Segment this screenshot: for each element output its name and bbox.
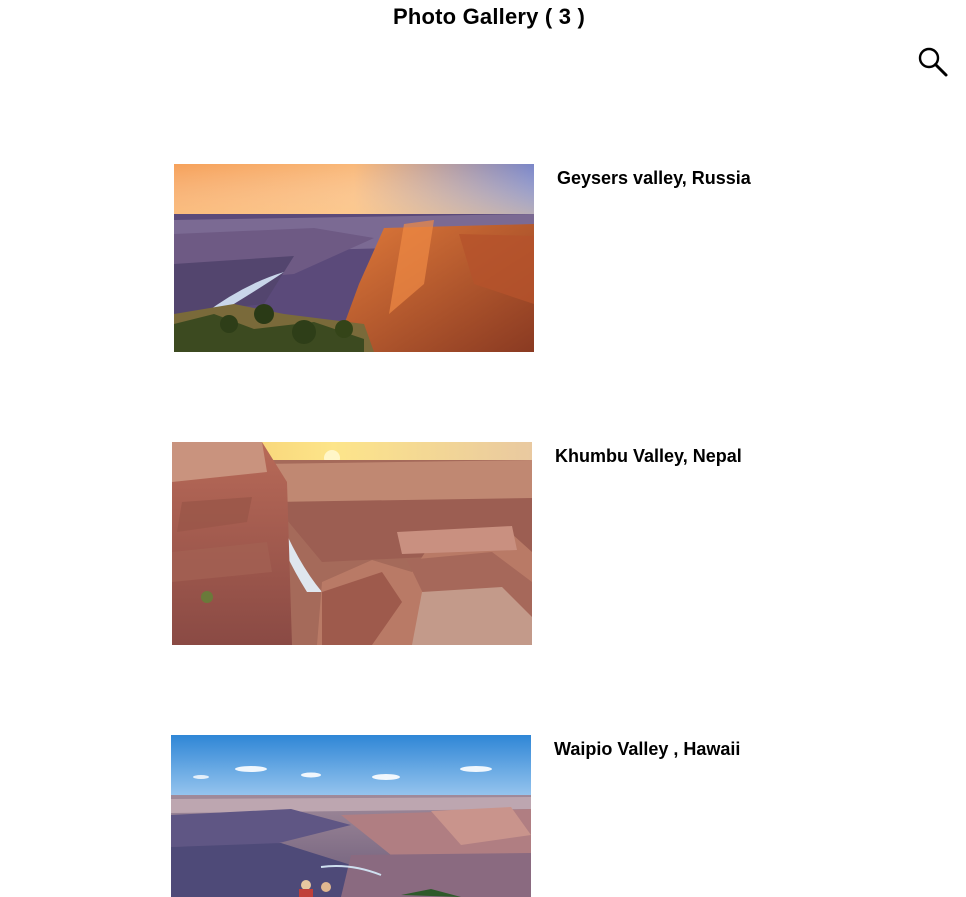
gallery-photo[interactable] [174, 164, 534, 352]
gallery-photo[interactable] [172, 442, 532, 645]
gallery-item[interactable]: Khumbu Valley, Nepal [172, 442, 772, 645]
gallery-photo[interactable] [171, 735, 531, 897]
canyon-blue-sky-photo [171, 735, 531, 897]
search-button[interactable] [917, 46, 949, 78]
photo-caption: Khumbu Valley, Nepal [555, 446, 742, 466]
photo-caption: Waipio Valley , Hawaii [554, 739, 741, 759]
photo-caption: Geysers valley, Russia [557, 168, 751, 188]
page-title: Photo Gallery ( 3 ) [392, 4, 586, 29]
canyon-sunset-photo [174, 164, 534, 352]
red-canyon-cliffs-photo [172, 442, 532, 645]
photo-gallery-page: Photo Gallery ( 3 ) Geysers valley, Russ… [0, 0, 966, 897]
gallery-item[interactable]: Geysers valley, Russia [174, 164, 774, 352]
search-icon [918, 47, 948, 77]
gallery-item[interactable]: Waipio Valley , Hawaii [171, 735, 771, 897]
